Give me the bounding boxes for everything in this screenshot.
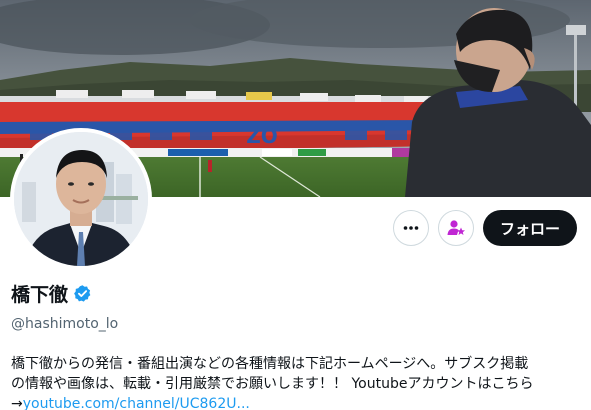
- name-row: 橋下徹: [11, 280, 577, 307]
- subscribe-button[interactable]: [437, 210, 474, 246]
- bio-line: 橋下徹からの発信・番組出演などの各種情報は下記ホームページへ。サブスク掲載: [11, 356, 529, 372]
- more-button[interactable]: [392, 210, 429, 246]
- avatar[interactable]: [10, 128, 152, 270]
- display-name: 橋下徹: [11, 284, 69, 306]
- username-handle: @hashimoto_lo: [11, 316, 119, 332]
- more-horizontal-icon: [403, 226, 419, 230]
- bio-line: の情報や画像は、転載・引用厳禁でお願いします！！ Youtubeアカウントはこち…: [11, 376, 534, 392]
- verified-badge-icon[interactable]: [73, 284, 92, 303]
- stadium-seat-lettering: ZO: [246, 124, 278, 148]
- bio-youtube-link[interactable]: youtube.com/channel/UC862U...: [23, 396, 250, 410]
- bio-line: →youtube.com/channel/UC862U...: [11, 394, 577, 410]
- avatar-image: [14, 132, 148, 266]
- profile-actions: フォロー: [392, 210, 577, 246]
- profile-info: 橋下徹 @hashimoto_lo 橋下徹からの発信・番組出演などの各種情報は下…: [11, 280, 577, 410]
- profile-bio: 橋下徹からの発信・番組出演などの各種情報は下記ホームページへ。サブスク掲載 の情…: [11, 354, 577, 410]
- bio-arrow: →: [11, 396, 23, 410]
- follow-button[interactable]: フォロー: [482, 210, 577, 246]
- person-star-icon: [447, 220, 465, 235]
